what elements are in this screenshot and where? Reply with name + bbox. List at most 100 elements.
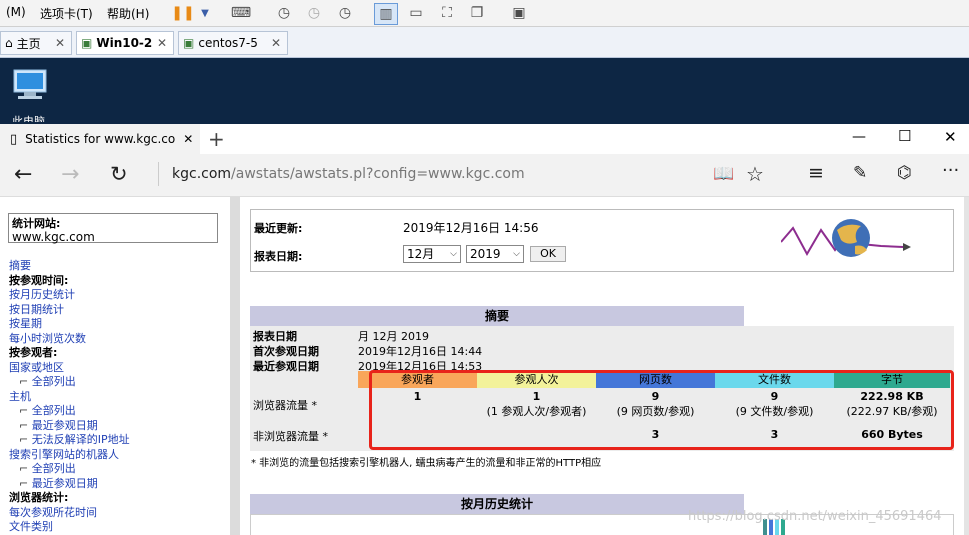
fullscreen-icon[interactable]: ⛶ [436, 3, 458, 23]
nav-item-label: 搜索引擎网站的机器人 [9, 447, 119, 461]
nav-link[interactable]: 按星期 [9, 317, 224, 332]
snapshot-icon[interactable]: ◷ [273, 3, 295, 23]
summary-report-date-value: 月 12月 2019 [358, 330, 429, 343]
favorite-star-icon[interactable]: ☆ [746, 162, 764, 186]
menu-help[interactable]: 帮助(H) [107, 5, 149, 22]
web-note-icon[interactable]: ✎ [853, 163, 867, 183]
nav-item-label: 主机 [9, 389, 31, 403]
vm-icon: ▣ [81, 36, 93, 50]
vm-icon: ▣ [183, 36, 195, 50]
edge-toolbar: ← → ↻ kgc.com/awstats/awstats.pl?config=… [0, 154, 969, 197]
tree-branch-icon: ⌐ [19, 418, 32, 432]
nav-item-label: 按月历史统计 [9, 288, 75, 301]
hub-icon[interactable]: ≡ [808, 162, 824, 184]
send-keys-icon[interactable]: ⌨ [230, 3, 252, 23]
chevron-down-icon: ⌵ [450, 249, 457, 259]
awstats-logo-icon[interactable] [780, 216, 911, 264]
nav-item-label: 最近参观日期 [31, 476, 98, 490]
more-icon[interactable]: ··· [942, 160, 959, 181]
nav-link[interactable]: 国家或地区 [9, 361, 224, 376]
back-icon[interactable]: ← [14, 162, 32, 187]
nav-link[interactable]: 文件类别 [9, 520, 224, 535]
ok-button[interactable]: OK [530, 246, 566, 262]
menu-tabs[interactable]: 选项卡(T) [40, 5, 93, 22]
nonbrowser-row-label: 非浏览器流量 * [253, 430, 328, 443]
browser-tab-title: Statistics for www.kgc.co [25, 132, 176, 146]
close-icon[interactable]: ✕ [271, 36, 281, 50]
year-select[interactable]: 2019 ⌵ [466, 245, 524, 263]
maximize-icon[interactable]: ☐ [898, 127, 911, 145]
summary-footnote: * 非浏览的流量包括搜索引擎机器人, 蠕虫病毒产生的流量和非正常的HTTP相应 [251, 458, 602, 469]
nav-link[interactable]: 主机 [9, 390, 224, 405]
tree-branch-icon: ⌐ [19, 462, 32, 475]
last-update-value: 2019年12月16日 14:56 [403, 221, 539, 235]
nav-item-label: 全部列出 [31, 375, 76, 388]
tab-centos-label: centos7-5 [198, 36, 258, 50]
nav-item-label: 全部列出 [31, 462, 76, 475]
month-select-value: 12月 [407, 247, 435, 261]
nav-link[interactable]: 摘要 [9, 259, 224, 274]
nav-link[interactable]: ⌐ 无法反解译的IP地址 [9, 433, 224, 448]
nav-link[interactable]: 搜索引擎网站的机器人 [9, 448, 224, 463]
revert-snapshot-icon[interactable]: ◷ [303, 3, 325, 23]
chevron-down-icon: ⌵ [513, 249, 520, 259]
url-path: /awstats/awstats.pl?config=www.kgc.com [231, 166, 525, 182]
close-icon[interactable]: ✕ [55, 36, 65, 50]
tab-centos[interactable]: ▣ centos7-5 ✕ [178, 31, 288, 55]
library-icon[interactable]: ▣ [508, 3, 530, 23]
refresh-icon[interactable]: ↻ [110, 162, 128, 186]
vm-desktop: 此电脑 [0, 58, 969, 124]
console-view-icon[interactable]: ▭ [405, 3, 427, 23]
tab-win10-label: Win10-2 [96, 36, 153, 50]
first-visit-label: 首次参观日期 [253, 345, 319, 358]
reading-view-icon[interactable]: 📖 [713, 164, 734, 184]
awstats-page: 统计网站: www.kgc.com 摘要 按参观时间: 按月历史统计 按日期统计 按星期… [0, 197, 969, 535]
nav-link[interactable]: ⌐ 全部列出 [9, 404, 224, 419]
nav-list: 摘要 按参观时间: 按月历史统计 按日期统计 按星期 每小时浏览次数 按参观者: 国家或地区 ⌐… [9, 259, 224, 535]
home-icon: ⌂ [5, 36, 13, 50]
highlight-box [369, 370, 954, 450]
watermark-text: https://blog.csdn.net/weixin_45691464 [688, 509, 942, 524]
nav-link[interactable]: 按月历史统计 [9, 288, 224, 303]
nav-link[interactable]: ⌐ 最近参观日期 [9, 477, 224, 492]
sidebar-view-icon[interactable]: ▥ [374, 3, 398, 25]
pause-icon[interactable]: ❚❚ [171, 3, 194, 23]
nav-link[interactable]: ⌐ 全部列出 [9, 375, 224, 390]
nav-item-label: 全部列出 [31, 404, 76, 417]
tab-home-label: 主页 [16, 36, 41, 51]
close-icon[interactable]: ✕ [157, 36, 167, 50]
nav-section-heading: 浏览器统计: [9, 491, 224, 506]
share-icon[interactable]: ⌬ [897, 163, 912, 183]
tab-home[interactable]: ⌂ 主页 ✕ [0, 31, 72, 55]
snapshot-manager-icon[interactable]: ◷ [334, 3, 356, 23]
edge-titlebar: ▯ Statistics for www.kgc.co ✕ + — ☐ ✕ [0, 124, 969, 154]
forward-icon[interactable]: → [61, 162, 79, 187]
nav-link[interactable]: 每次参观所花时间 [9, 506, 224, 521]
tab-win10[interactable]: ▣ Win10-2 ✕ [76, 31, 174, 55]
dropdown-icon[interactable]: ▼ [194, 3, 216, 23]
nav-link[interactable]: 按日期统计 [9, 303, 224, 318]
nav-link[interactable]: 每小时浏览次数 [9, 332, 224, 347]
close-window-icon[interactable]: ✕ [944, 128, 957, 146]
nav-item-label: 每小时浏览次数 [9, 331, 86, 345]
last-update-label: 最近更新: [254, 222, 303, 235]
site-value: www.kgc.com [12, 230, 95, 244]
nav-link[interactable]: ⌐ 全部列出 [9, 462, 224, 477]
desktop-icon-label: 此电脑 [12, 115, 45, 122]
unity-icon[interactable]: ❐ [466, 3, 488, 23]
browser-tab[interactable]: ▯ Statistics for www.kgc.co ✕ [0, 124, 200, 154]
address-bar[interactable]: kgc.com/awstats/awstats.pl?config=www.kg… [172, 166, 525, 182]
summary-report-date-label: 报表日期 [253, 330, 297, 343]
nav-item-label: 无法反解译的IP地址 [31, 433, 130, 446]
menu-vm[interactable]: (M) [6, 5, 26, 19]
left-scrollbar[interactable] [230, 197, 240, 535]
close-icon[interactable]: ✕ [183, 132, 193, 146]
computer-icon[interactable] [10, 68, 50, 100]
month-select[interactable]: 12月 ⌵ [403, 245, 461, 263]
main-scrollbar[interactable] [964, 197, 969, 535]
site-label: 统计网站: [12, 217, 61, 230]
minimize-icon[interactable]: — [852, 129, 866, 145]
new-tab-icon[interactable]: + [208, 127, 225, 151]
site-box: 统计网站: www.kgc.com [8, 213, 218, 244]
nav-link[interactable]: ⌐ 最近参观日期 [9, 419, 224, 434]
